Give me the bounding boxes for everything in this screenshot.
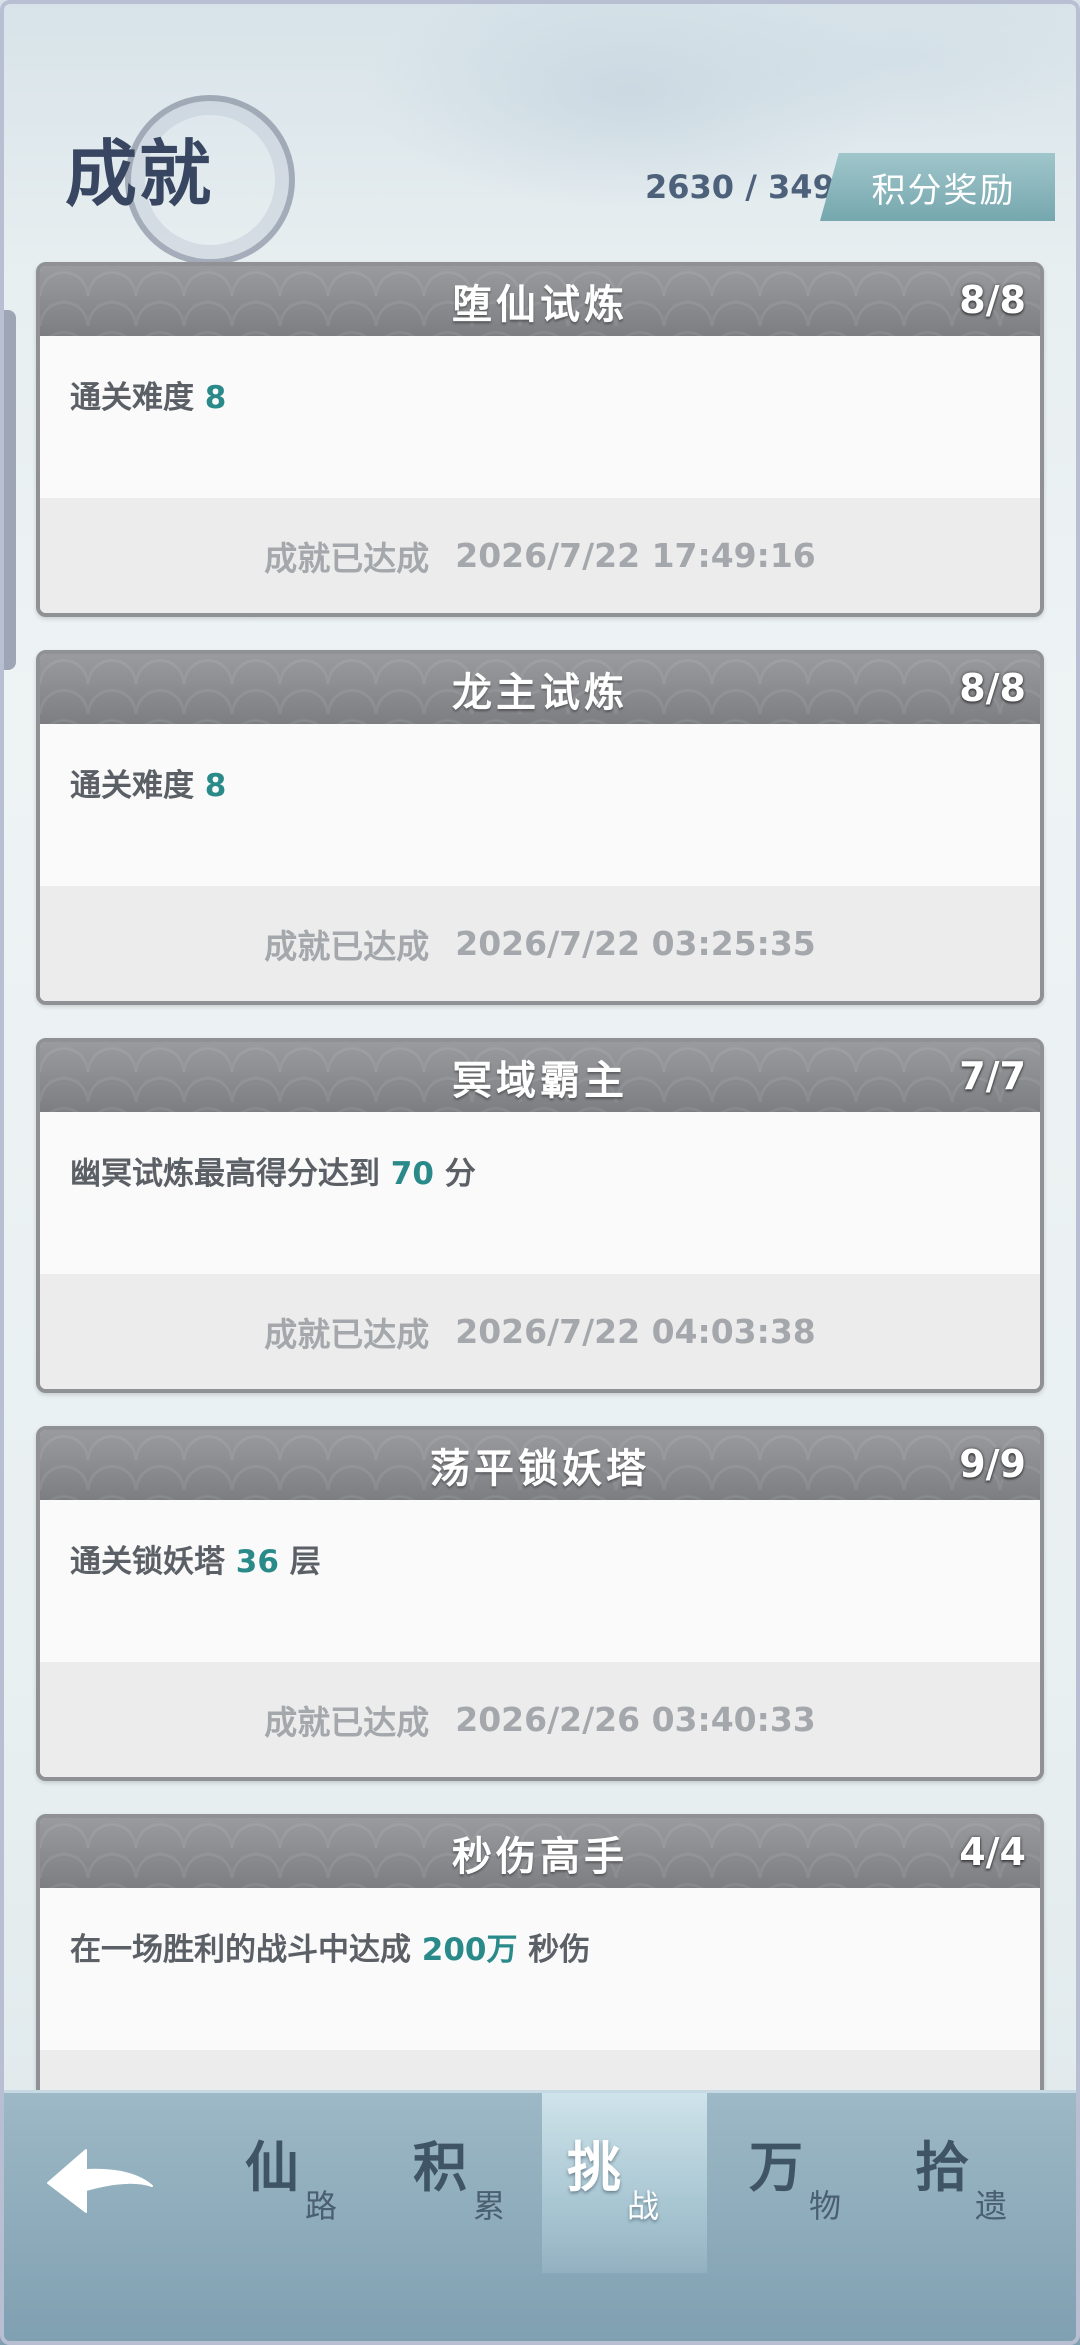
card-header: 荡平锁妖塔 9/9 — [40, 1430, 1040, 1500]
achievement-description: 在一场胜利的战斗中达成 200万 秒伤 — [40, 1888, 1040, 2050]
points-reward-button[interactable]: 积分奖励 — [820, 153, 1055, 221]
achievement-status: 成就已达成 2026/7/22 04:03:38 — [40, 1274, 1040, 1389]
description-text: 在一场胜利的战斗中达成 — [70, 1932, 422, 1968]
description-text: 通关难度 — [70, 768, 205, 804]
back-button[interactable] — [40, 2138, 160, 2228]
description-text: 幽冥试炼最高得分达到 — [70, 1156, 391, 1192]
description-suffix: 秒伤 — [517, 1932, 591, 1968]
achievement-description: 通关难度 8 — [40, 336, 1040, 498]
achievement-status: 成就已达成 2026/2/26 03:40:33 — [40, 1662, 1040, 1777]
tab-shiyi[interactable]: 拾 遗 — [890, 2093, 1055, 2273]
achievement-card[interactable]: 荡平锁妖塔 9/9 通关锁妖塔 36 层 成就已达成 2026/2/26 03:4… — [36, 1426, 1044, 1781]
achievement-card[interactable]: 冥域霸主 7/7 幽冥试炼最高得分达到 70 分 成就已达成 2026/7/22 … — [36, 1038, 1044, 1393]
achievement-progress: 7/7 — [959, 1054, 1026, 1098]
achievement-progress: 8/8 — [959, 278, 1026, 322]
tab-tiaozhan[interactable]: 挑 战 — [542, 2093, 707, 2273]
achievement-list[interactable]: 堕仙试炼 8/8 通关难度 8 成就已达成 2026/7/22 17:49:16 … — [36, 262, 1044, 2202]
tab-label-sub: 累 — [473, 2187, 506, 2225]
description-value: 36 — [235, 1544, 279, 1580]
achievement-description: 通关锁妖塔 36 层 — [40, 1500, 1040, 1662]
completion-time: 2026/2/26 03:40:33 — [455, 1700, 816, 1739]
status-text: 成就已达成 — [264, 1702, 430, 1742]
tab-label-main: 挑 — [567, 2135, 621, 2199]
tab-label-sub: 物 — [809, 2187, 842, 2225]
tab-wanwu[interactable]: 万 物 — [724, 2093, 889, 2273]
completion-time: 2026/7/22 04:03:38 — [455, 1312, 816, 1351]
achievement-status: 成就已达成 2026/7/22 17:49:16 — [40, 498, 1040, 613]
achievement-progress: 9/9 — [959, 1442, 1026, 1486]
card-header: 龙主试炼 8/8 — [40, 654, 1040, 724]
achievement-progress: 8/8 — [959, 666, 1026, 710]
achievement-progress: 4/4 — [959, 1830, 1026, 1874]
status-text: 成就已达成 — [264, 1314, 430, 1354]
completion-time: 2026/7/22 17:49:16 — [455, 536, 816, 575]
card-header: 堕仙试炼 8/8 — [40, 266, 1040, 336]
achievement-description: 幽冥试炼最高得分达到 70 分 — [40, 1112, 1040, 1274]
tab-label-sub: 遗 — [975, 2187, 1008, 2225]
tab-label-main: 仙 — [245, 2135, 299, 2199]
status-text: 成就已达成 — [264, 926, 430, 966]
tab-label-main: 拾 — [915, 2135, 969, 2199]
achievement-status: 成就已达成 2026/7/22 03:25:35 — [40, 886, 1040, 1001]
description-text: 通关锁妖塔 — [70, 1544, 236, 1580]
description-suffix: 分 — [433, 1156, 476, 1192]
tab-label-main: 积 — [413, 2135, 467, 2199]
score-current: 2630 — [645, 168, 735, 206]
achievement-title: 龙主试炼 — [452, 670, 628, 716]
header: 成就 2630 / 3490 积分奖励 — [0, 0, 1080, 265]
tab-label-sub: 路 — [305, 2187, 338, 2225]
description-value: 8 — [204, 380, 227, 416]
description-text: 通关难度 — [70, 380, 205, 416]
tab-label-main: 万 — [749, 2135, 803, 2199]
bottom-nav: 仙 路 积 累 挑 战 万 物 拾 遗 — [0, 2090, 1080, 2345]
tab-xianlu[interactable]: 仙 路 — [220, 2093, 385, 2273]
achievement-card[interactable]: 龙主试炼 8/8 通关难度 8 成就已达成 2026/7/22 03:25:35 — [36, 650, 1044, 1005]
description-value: 200万 — [421, 1932, 518, 1968]
tab-label-sub: 战 — [627, 2187, 660, 2225]
card-header: 冥域霸主 7/7 — [40, 1042, 1040, 1112]
achievement-title: 荡平锁妖塔 — [430, 1446, 650, 1492]
side-scroll-handle[interactable] — [0, 310, 16, 670]
description-value: 70 — [390, 1156, 434, 1192]
status-text: 成就已达成 — [264, 538, 430, 578]
achievement-title: 秒伤高手 — [452, 1834, 628, 1880]
page-title-emblem: 成就 — [55, 85, 295, 265]
card-header: 秒伤高手 4/4 — [40, 1818, 1040, 1888]
achievement-title: 堕仙试炼 — [452, 282, 628, 328]
page-title: 成就 — [65, 131, 214, 216]
back-arrow-icon — [47, 2149, 153, 2213]
achievement-title: 冥域霸主 — [452, 1058, 628, 1104]
score-separator: / — [734, 168, 769, 206]
tab-jilei[interactable]: 积 累 — [388, 2093, 553, 2273]
achievement-description: 通关难度 8 — [40, 724, 1040, 886]
description-suffix: 层 — [278, 1544, 321, 1580]
completion-time: 2026/7/22 03:25:35 — [455, 924, 816, 963]
achievement-card[interactable]: 堕仙试炼 8/8 通关难度 8 成就已达成 2026/7/22 17:49:16 — [36, 262, 1044, 617]
score-counter: 2630 / 3490 — [645, 168, 857, 206]
description-value: 8 — [204, 768, 227, 804]
